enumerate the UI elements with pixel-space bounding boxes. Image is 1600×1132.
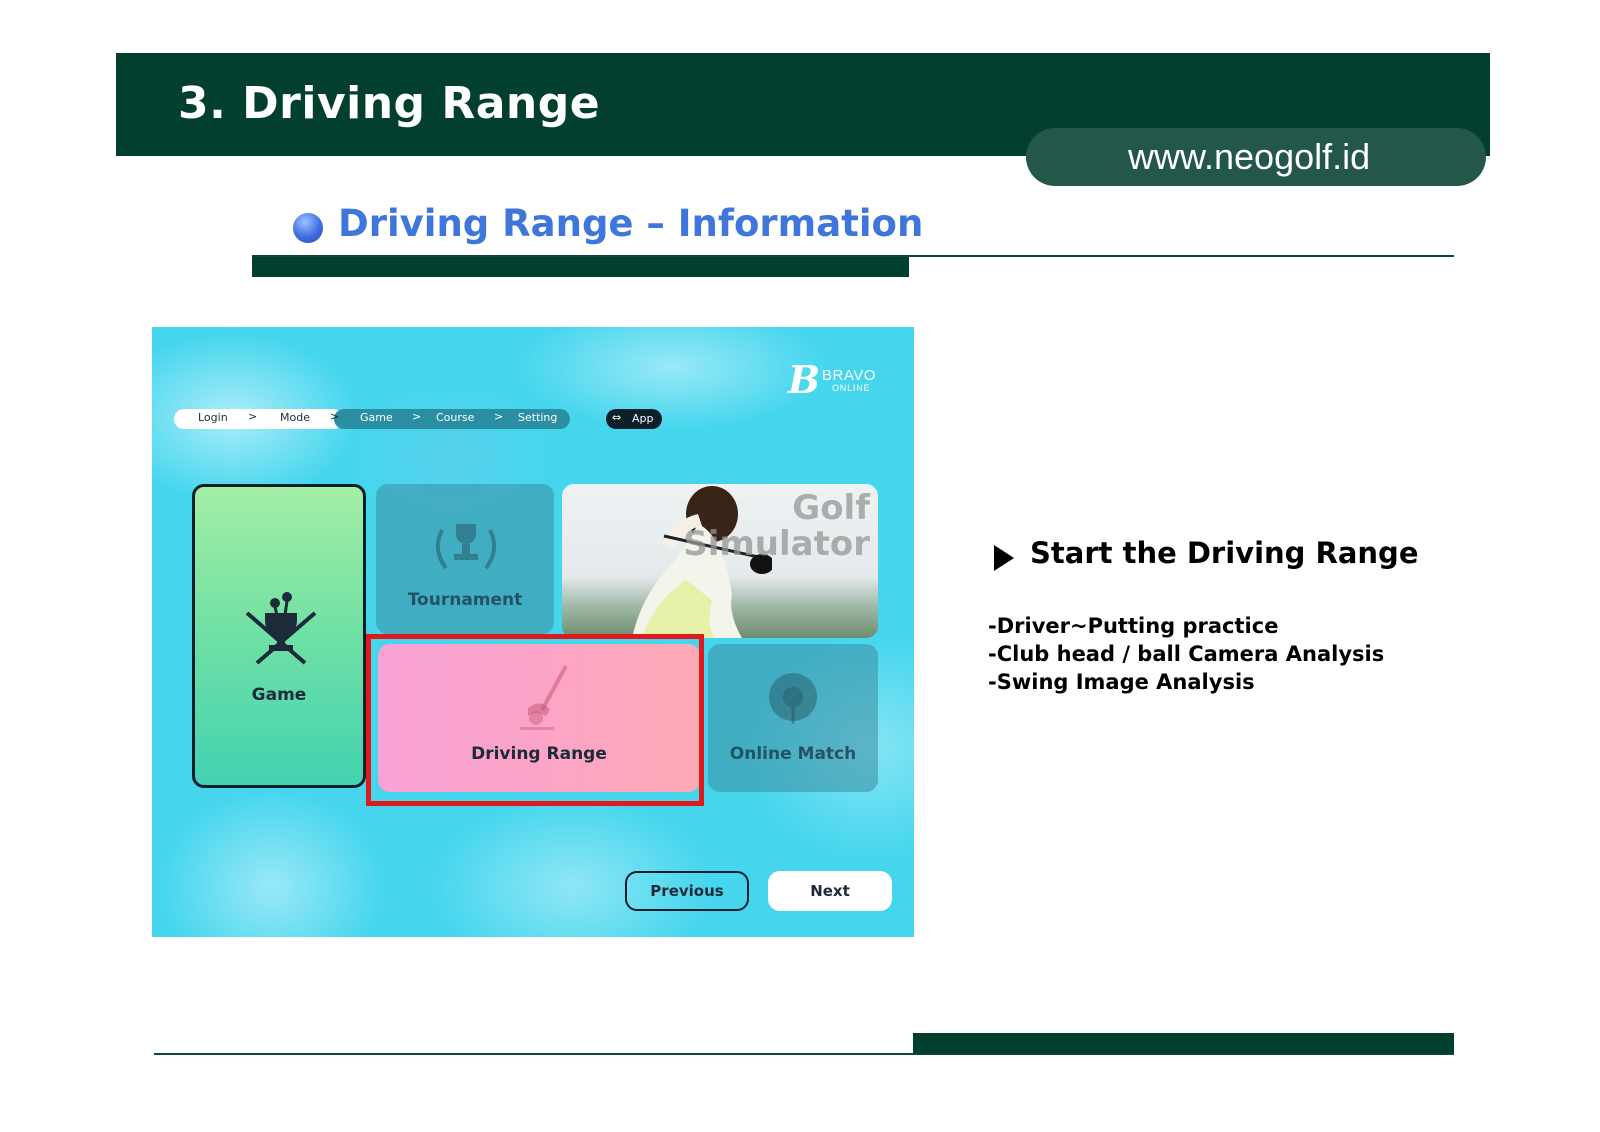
game-card-label: Game bbox=[251, 685, 307, 705]
section-accent-bar bbox=[252, 257, 909, 277]
breadcrumb-item-mode[interactable]: Mode bbox=[280, 411, 310, 424]
section-title: Driving Range – Information bbox=[338, 202, 924, 245]
online-match-card-label: Online Match bbox=[729, 744, 857, 764]
bravo-logo: B BRAVO ONLINE bbox=[788, 357, 888, 403]
brand-name: BRAVO bbox=[822, 367, 876, 384]
golf-simulator-title: Golf Simulator bbox=[683, 490, 870, 562]
breadcrumb: Login > Mode > Game > Course > Setting ⇔… bbox=[174, 409, 662, 429]
brand-subtitle: ONLINE bbox=[832, 383, 871, 393]
info-line-camera: -Club head / ball Camera Analysis bbox=[988, 642, 1385, 666]
website-url: www.neogolf.id bbox=[1128, 136, 1371, 177]
previous-button[interactable]: Previous bbox=[625, 871, 749, 911]
golf-simulator-banner: Golf Simulator bbox=[562, 484, 878, 638]
selection-highlight bbox=[366, 634, 704, 806]
app-screenshot: B BRAVO ONLINE Login > Mode > Game > Cou… bbox=[152, 327, 914, 937]
globe-golf-icon bbox=[769, 673, 817, 724]
chevron-right-icon: > bbox=[494, 410, 504, 423]
breadcrumb-item-login[interactable]: Login bbox=[198, 411, 228, 424]
info-line-practice: -Driver~Putting practice bbox=[988, 614, 1279, 638]
laurel-trophy-icon bbox=[435, 524, 497, 570]
breadcrumb-item-setting[interactable]: Setting bbox=[518, 411, 557, 424]
app-button-label: App bbox=[632, 412, 654, 425]
tournament-mode-card[interactable]: Tournament bbox=[376, 484, 554, 634]
swap-arrows-icon: ⇔ bbox=[612, 411, 622, 424]
page-title: 3. Driving Range bbox=[178, 78, 601, 129]
chevron-right-icon: > bbox=[412, 410, 422, 423]
info-title: Start the Driving Range bbox=[1030, 536, 1419, 570]
play-arrow-icon bbox=[994, 545, 1014, 571]
section-bullet-icon bbox=[293, 213, 323, 243]
chevron-right-icon: > bbox=[330, 410, 340, 423]
app-button[interactable]: ⇔ App bbox=[606, 409, 662, 429]
breadcrumb-item-course[interactable]: Course bbox=[436, 411, 474, 424]
brand-mark: B bbox=[788, 357, 821, 402]
photo-title-line-1: Golf bbox=[792, 488, 870, 528]
golf-trophy-clubs-icon bbox=[245, 592, 317, 665]
online-match-mode-card[interactable]: Online Match bbox=[708, 644, 878, 792]
chevron-right-icon: > bbox=[248, 410, 258, 423]
breadcrumb-item-game[interactable]: Game bbox=[360, 411, 393, 424]
photo-title-line-2: Simulator bbox=[683, 524, 870, 564]
game-mode-card[interactable]: Game bbox=[192, 484, 366, 788]
footer-accent-bar bbox=[913, 1033, 1454, 1054]
tournament-card-label: Tournament bbox=[407, 590, 523, 610]
info-line-swing: -Swing Image Analysis bbox=[988, 670, 1255, 694]
next-button[interactable]: Next bbox=[768, 871, 892, 911]
